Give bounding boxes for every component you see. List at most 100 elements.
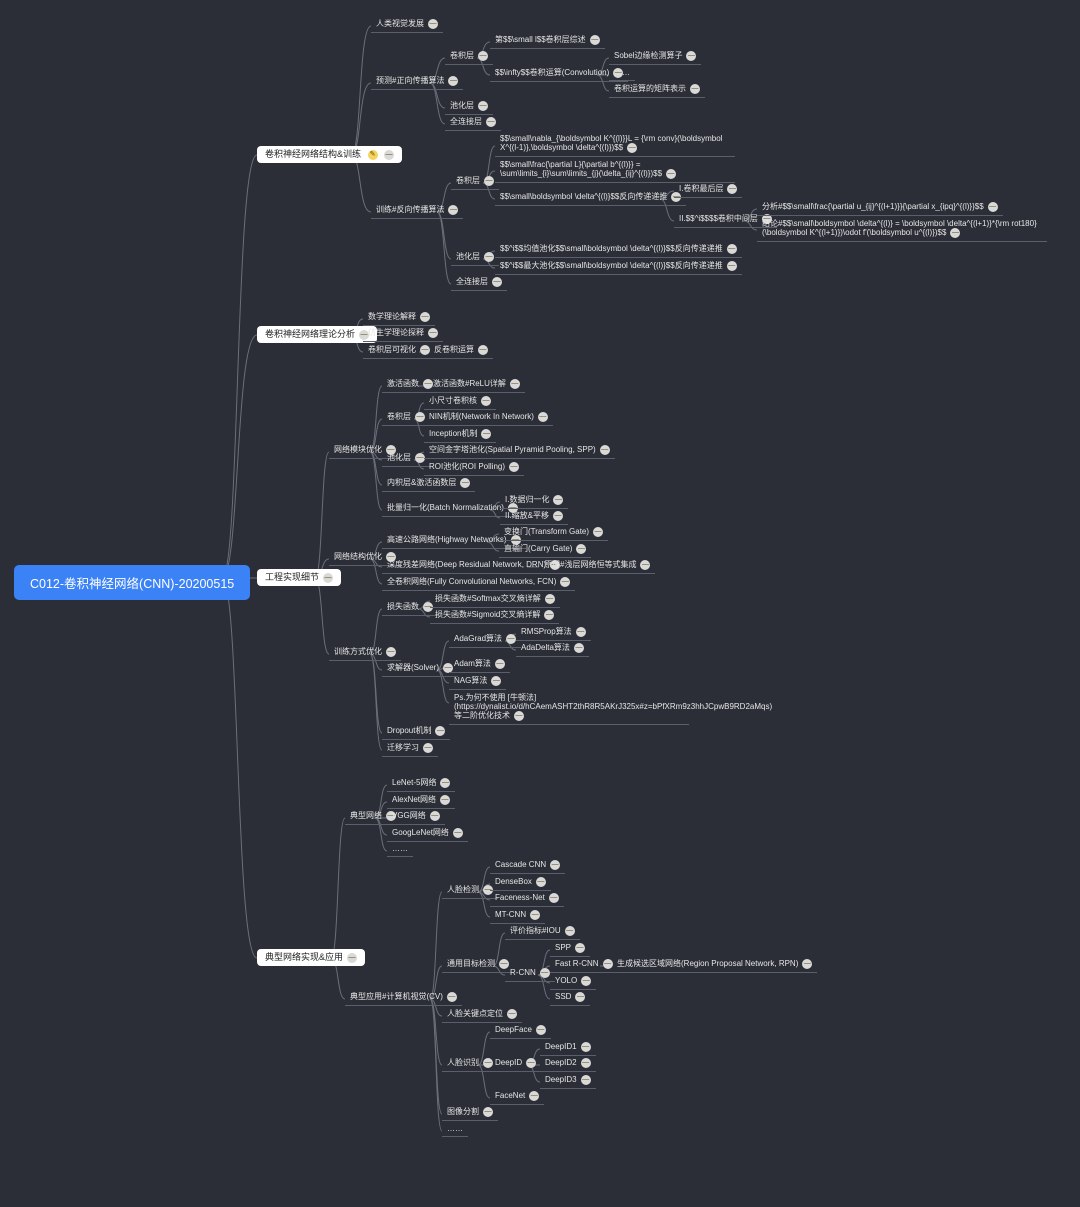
node-etc-cv[interactable]: ……: [442, 1122, 468, 1137]
node-deepid2[interactable]: DeepID2—: [540, 1056, 596, 1072]
expand-icon[interactable]: —: [549, 893, 559, 903]
expand-icon[interactable]: —: [435, 726, 445, 736]
node-pool-layer-fwd[interactable]: 池化层—: [445, 99, 493, 115]
expand-icon[interactable]: —: [484, 252, 494, 262]
node-adam[interactable]: Adam算法—: [449, 657, 510, 673]
expand-icon[interactable]: —: [581, 1058, 591, 1068]
expand-icon[interactable]: —: [686, 51, 696, 61]
node-conv-visualize[interactable]: 卷积层可视化—: [363, 343, 435, 359]
expand-icon[interactable]: —: [540, 968, 550, 978]
expand-icon[interactable]: —: [478, 101, 488, 111]
expand-icon[interactable]: —: [386, 647, 396, 657]
node-inner-act[interactable]: 内积层&激活函数层—: [382, 476, 475, 492]
expand-icon[interactable]: —: [538, 412, 548, 422]
expand-icon[interactable]: —: [529, 1091, 539, 1101]
node-faceness[interactable]: Faceness-Net—: [490, 891, 564, 907]
node-deepid3[interactable]: DeepID3—: [540, 1073, 596, 1089]
node-adadelta[interactable]: AdaDelta算法—: [516, 641, 589, 657]
node-newton-ps[interactable]: Ps.为何不使用 [牛顿法](https://dynalist.io/d/hCA…: [449, 691, 689, 725]
node-deepid[interactable]: DeepID—: [490, 1056, 541, 1072]
expand-icon[interactable]: —: [575, 943, 585, 953]
node-mtcnn[interactable]: MT-CNN—: [490, 908, 545, 924]
node-forward-prop[interactable]: 预测#正向传播算法—: [371, 74, 463, 90]
node-bio-theory[interactable]: 仿生学理论探释—: [363, 326, 443, 342]
expand-icon[interactable]: —: [440, 778, 450, 788]
node-backprop[interactable]: 训练#反向传播算法—: [371, 203, 463, 219]
node-cascade-cnn[interactable]: Cascade CNN—: [490, 858, 565, 874]
node-last-conv[interactable]: I.卷积最后层—: [674, 182, 742, 198]
expand-icon[interactable]: —: [545, 594, 555, 604]
expand-icon[interactable]: —: [347, 953, 357, 963]
expand-icon[interactable]: —: [727, 244, 737, 254]
node-face-landmark[interactable]: 人脸关键点定位—: [442, 1007, 522, 1023]
expand-icon[interactable]: —: [448, 76, 458, 86]
expand-icon[interactable]: —: [640, 560, 650, 570]
expand-icon[interactable]: —: [553, 511, 563, 521]
node-fc-layer-fwd[interactable]: 全连接层—: [445, 115, 501, 131]
expand-icon[interactable]: —: [506, 634, 516, 644]
node-dropout[interactable]: Dropout机制—: [382, 724, 450, 740]
expand-icon[interactable]: —: [509, 462, 519, 472]
expand-icon[interactable]: —: [950, 228, 960, 238]
expand-icon[interactable]: —: [593, 527, 603, 537]
node-nabla-k[interactable]: $$\small\nabla_{\boldsymbol K^{(l)}}L = …: [495, 132, 735, 157]
node-deepface[interactable]: DeepFace—: [490, 1023, 551, 1039]
expand-icon[interactable]: —: [550, 860, 560, 870]
node-googlenet[interactable]: GoogLeNet网络—: [387, 826, 468, 842]
node-conv-overview[interactable]: 第$$\small l$$卷积层综述—: [490, 33, 605, 49]
expand-icon[interactable]: —: [447, 992, 457, 1002]
node-deconv[interactable]: 反卷积运算—: [429, 343, 493, 359]
expand-icon[interactable]: —: [590, 35, 600, 45]
expand-icon[interactable]: —: [384, 150, 394, 160]
expand-icon[interactable]: —: [666, 169, 676, 179]
expand-icon[interactable]: —: [536, 877, 546, 887]
expand-icon[interactable]: —: [530, 910, 540, 920]
expand-icon[interactable]: —: [428, 19, 438, 29]
node-spp[interactable]: 空间金字塔池化(Spatial Pyramid Pooling, SPP)—: [424, 443, 615, 459]
expand-icon[interactable]: —: [581, 1042, 591, 1052]
branch-typical-app[interactable]: 典型网络实现&应用—: [257, 949, 365, 966]
node-ssd[interactable]: SSD—: [550, 990, 590, 1006]
node-solver[interactable]: 求解器(Solver)—: [382, 661, 458, 677]
node-transform-gate[interactable]: 变换门(Transform Gate)—: [499, 525, 608, 541]
expand-icon[interactable]: —: [486, 117, 496, 127]
expand-icon[interactable]: —: [478, 345, 488, 355]
node-sobel[interactable]: Sobel边缘检测算子—: [609, 49, 701, 65]
expand-icon[interactable]: —: [423, 743, 433, 753]
node-deepid1[interactable]: DeepID1—: [540, 1040, 596, 1056]
node-fast-rcnn[interactable]: Fast R-CNN—: [550, 957, 618, 973]
node-obj-detect[interactable]: 通用目标检测—: [442, 957, 514, 973]
node-cv-app[interactable]: 典型应用#计算机视觉(CV)—: [345, 990, 462, 1006]
node-drn[interactable]: 深度残差网络(Deep Residual Network, DRN)—: [382, 558, 565, 574]
node-rcnn[interactable]: R-CNN—: [505, 966, 555, 982]
root-node[interactable]: C012-卷积神经网络(CNN)-20200515: [14, 565, 250, 600]
node-bn-norm[interactable]: I.数据归一化—: [500, 493, 568, 509]
node-carry-gate[interactable]: 直输门(Carry Gate)—: [499, 542, 591, 558]
expand-icon[interactable]: —: [483, 1107, 493, 1117]
node-math-theory[interactable]: 数学理论解释—: [363, 310, 435, 326]
node-pool-layer-bp[interactable]: 池化层—: [451, 250, 499, 266]
branch-theory[interactable]: 卷积神经网络理论分析—: [257, 326, 377, 343]
node-train-opt[interactable]: 训练方式优化—: [329, 645, 401, 661]
node-iou[interactable]: 评价指标#IOU—: [505, 924, 580, 940]
expand-icon[interactable]: —: [544, 610, 554, 620]
expand-icon[interactable]: —: [430, 811, 440, 821]
expand-icon[interactable]: —: [453, 828, 463, 838]
node-human-vision[interactable]: 人类视觉发展—: [371, 17, 443, 33]
expand-icon[interactable]: —: [574, 643, 584, 653]
expand-icon[interactable]: —: [460, 478, 470, 488]
expand-icon[interactable]: —: [536, 1025, 546, 1035]
expand-icon[interactable]: —: [560, 577, 570, 587]
node-conv-layer-fwd[interactable]: 卷积层—: [445, 49, 493, 65]
node-lenet5[interactable]: LeNet-5网络—: [387, 776, 455, 792]
expand-icon[interactable]: —: [600, 445, 610, 455]
expand-icon[interactable]: —: [575, 992, 585, 1002]
node-pool-opt[interactable]: 池化层—: [382, 451, 430, 467]
node-etc[interactable]: ……: [609, 66, 635, 81]
node-nin[interactable]: NIN机制(Network In Network)—: [424, 410, 553, 426]
node-analysis[interactable]: 分析#$$\small\frac{\partial u_{ij}^{(l+1)}…: [757, 200, 1003, 216]
node-softmax-ce[interactable]: 损失函数#Softmax交叉熵详解—: [430, 592, 560, 608]
expand-icon[interactable]: —: [576, 544, 586, 554]
node-delta-recurse[interactable]: $$\small\boldsymbol \delta^{(l)}$$反向传递递推…: [495, 190, 686, 206]
expand-icon[interactable]: —: [323, 573, 333, 583]
